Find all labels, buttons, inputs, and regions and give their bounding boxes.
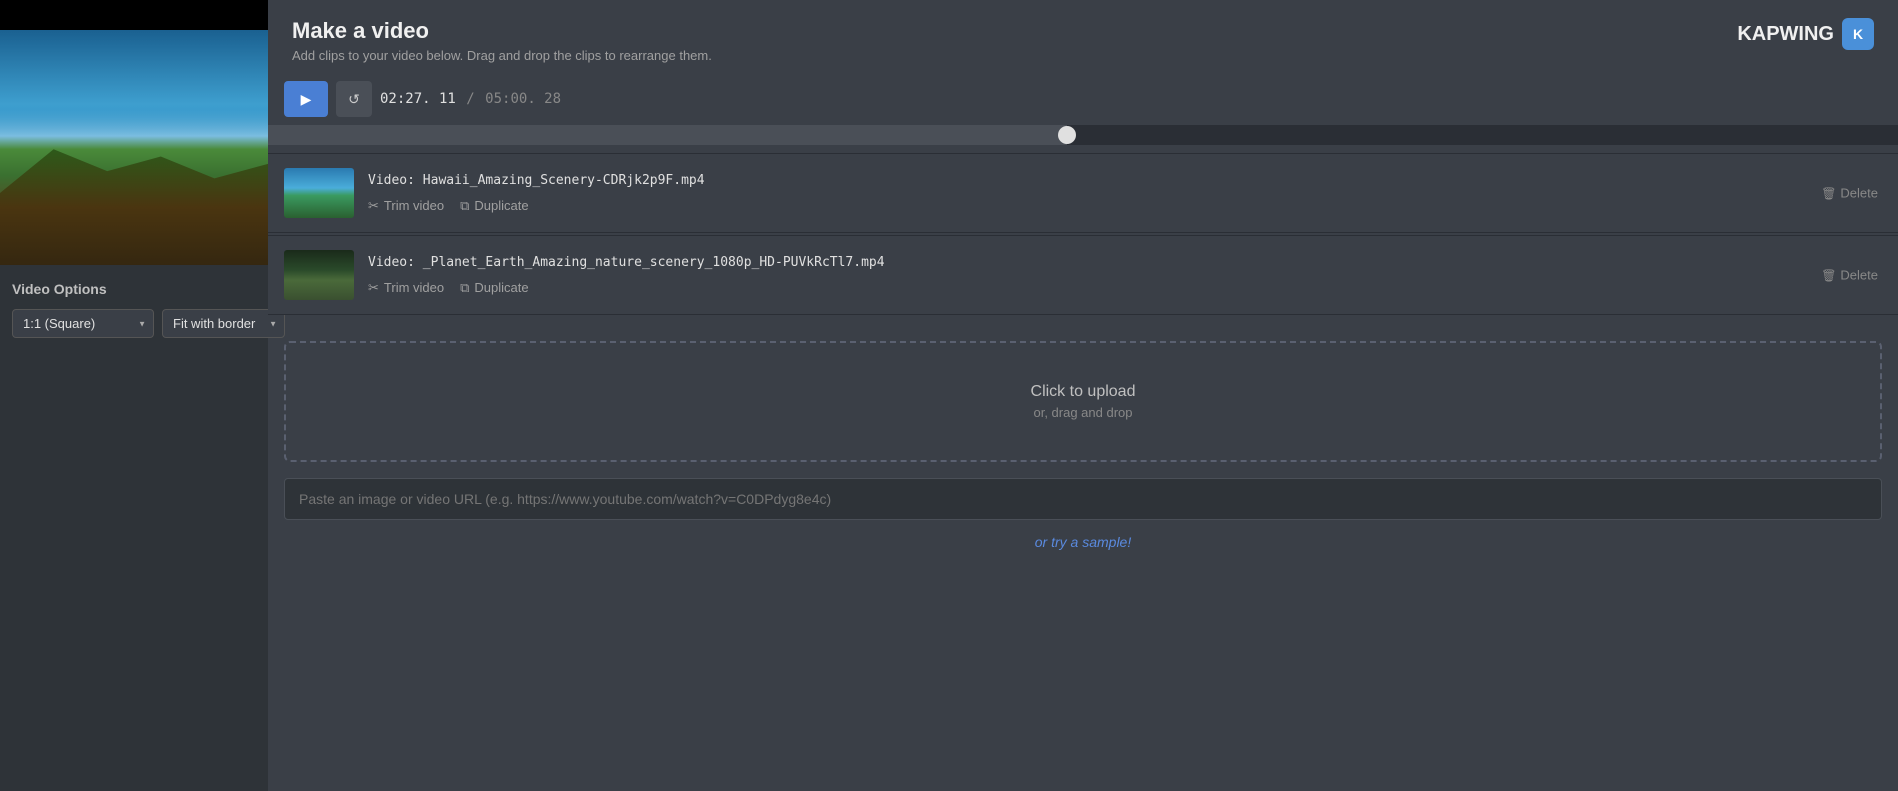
time-current: 02:27. 11 — [380, 91, 456, 107]
copy-icon — [460, 198, 469, 214]
clip-1-delete-button[interactable]: Delete — [1821, 186, 1878, 201]
clip-1-trim-button[interactable]: Trim video — [368, 198, 444, 214]
upload-sub-text: or, drag and drop — [306, 405, 1860, 420]
aspect-ratio-select[interactable]: 1:1 (Square) 16:9 (Landscape) 9:16 (Port… — [12, 309, 154, 338]
top-header: Make a video Add clips to your video bel… — [268, 0, 1898, 73]
video-options-title: Video Options — [12, 281, 256, 297]
main-content: Make a video Add clips to your video bel… — [268, 0, 1898, 791]
clip-2-filename: _Planet_Earth_Amazing_nature_scenery_108… — [423, 255, 885, 270]
progress-bar-fill — [268, 125, 1067, 145]
clip-1-actions: Trim video Duplicate — [368, 198, 1882, 214]
clip-1-duplicate-button[interactable]: Duplicate — [460, 198, 529, 214]
clip-2-thumbnail — [284, 250, 354, 300]
upload-main-text: Click to upload — [306, 383, 1860, 401]
page-subtitle: Add clips to your video below. Drag and … — [292, 48, 712, 63]
clip-2-info: Video: _Planet_Earth_Amazing_nature_scen… — [368, 255, 1882, 296]
time-separator: / — [466, 91, 474, 107]
clip-2-duplicate-label: Duplicate — [474, 280, 528, 295]
fit-mode-dropdown-wrapper[interactable]: Fit with border Fill Stretch — [162, 309, 285, 338]
upload-drop-zone[interactable]: Click to upload or, drag and drop — [284, 341, 1882, 462]
page-title: Make a video — [292, 18, 712, 44]
clip-1-trim-label: Trim video — [384, 198, 444, 213]
kapwing-brand: KAPWING K — [1737, 18, 1874, 50]
clip-2-thumb-image — [284, 250, 354, 300]
table-row: Video: _Planet_Earth_Amazing_nature_scen… — [268, 235, 1898, 315]
time-display: 02:27. 11 / 05:00. 28 — [380, 91, 561, 107]
clip-2-title: Video: _Planet_Earth_Amazing_nature_scen… — [368, 255, 1882, 270]
clip-1-duplicate-label: Duplicate — [474, 198, 528, 213]
scissors-icon — [368, 198, 379, 214]
clip-2-trim-button[interactable]: Trim video — [368, 280, 444, 296]
player-section: ▶ ↺ 02:27. 11 / 05:00. 28 — [268, 73, 1898, 153]
clip-2-delete-button[interactable]: Delete — [1821, 268, 1878, 283]
letterbox-top — [0, 0, 268, 30]
url-input[interactable] — [284, 478, 1882, 520]
preview-image — [0, 30, 268, 265]
clip-1-filename: Hawaii_Amazing_Scenery-CDRjk2p9F.mp4 — [423, 173, 705, 188]
player-controls: ▶ ↺ 02:27. 11 / 05:00. 28 — [268, 73, 1898, 125]
header-text: Make a video Add clips to your video bel… — [292, 18, 712, 63]
clip-1-delete-label: Delete — [1840, 186, 1878, 201]
clip-1-thumb-image — [284, 168, 354, 218]
sidebar: Video Options 1:1 (Square) 16:9 (Landsca… — [0, 0, 268, 791]
clip-1-thumbnail — [284, 168, 354, 218]
kapwing-logo-icon: K — [1842, 18, 1874, 50]
sample-link[interactable]: or try a sample! — [284, 534, 1882, 550]
options-row: 1:1 (Square) 16:9 (Landscape) 9:16 (Port… — [12, 309, 256, 338]
video-options-panel: Video Options 1:1 (Square) 16:9 (Landsca… — [0, 265, 268, 354]
clip-2-actions: Trim video Duplicate — [368, 280, 1882, 296]
clip-2-duplicate-button[interactable]: Duplicate — [460, 280, 529, 296]
upload-section: Click to upload or, drag and drop or try… — [268, 317, 1898, 566]
video-preview — [0, 0, 268, 265]
clip-2-label: Video: — [368, 255, 415, 270]
play-button[interactable]: ▶ — [284, 81, 328, 117]
play-icon: ▶ — [301, 91, 312, 108]
time-total: 05:00. 28 — [485, 91, 561, 107]
clip-1-label: Video: — [368, 173, 415, 188]
copy-icon — [460, 280, 469, 296]
trash-icon — [1821, 186, 1836, 201]
replay-icon: ↺ — [348, 91, 360, 108]
clip-1-title: Video: Hawaii_Amazing_Scenery-CDRjk2p9F.… — [368, 173, 1882, 188]
progress-bar-thumb[interactable] — [1058, 126, 1076, 144]
scissors-icon — [368, 280, 379, 296]
table-row: Video: Hawaii_Amazing_Scenery-CDRjk2p9F.… — [268, 153, 1898, 233]
replay-button[interactable]: ↺ — [336, 81, 372, 117]
clip-1-info: Video: Hawaii_Amazing_Scenery-CDRjk2p9F.… — [368, 173, 1882, 214]
trash-icon — [1821, 268, 1836, 283]
progress-bar[interactable] — [268, 125, 1898, 145]
clip-2-trim-label: Trim video — [384, 280, 444, 295]
fit-mode-select[interactable]: Fit with border Fill Stretch — [162, 309, 285, 338]
aspect-ratio-dropdown-wrapper[interactable]: 1:1 (Square) 16:9 (Landscape) 9:16 (Port… — [12, 309, 154, 338]
clip-2-delete-label: Delete — [1840, 268, 1878, 283]
kapwing-wordmark: KAPWING — [1737, 23, 1834, 46]
